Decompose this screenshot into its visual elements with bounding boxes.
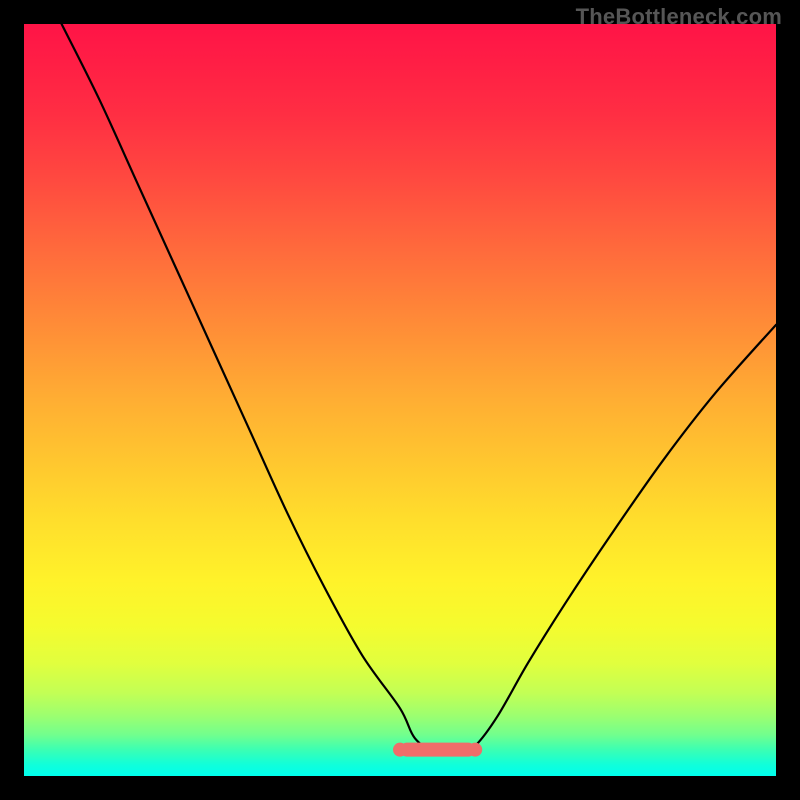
chart-svg bbox=[24, 24, 776, 776]
optimal-range-end-dot bbox=[468, 743, 482, 757]
optimal-range-marker bbox=[400, 743, 475, 757]
optimal-range-start-dot bbox=[393, 743, 407, 757]
gradient-background bbox=[24, 24, 776, 776]
plot-area bbox=[24, 24, 776, 776]
chart-frame: TheBottleneck.com bbox=[0, 0, 800, 800]
